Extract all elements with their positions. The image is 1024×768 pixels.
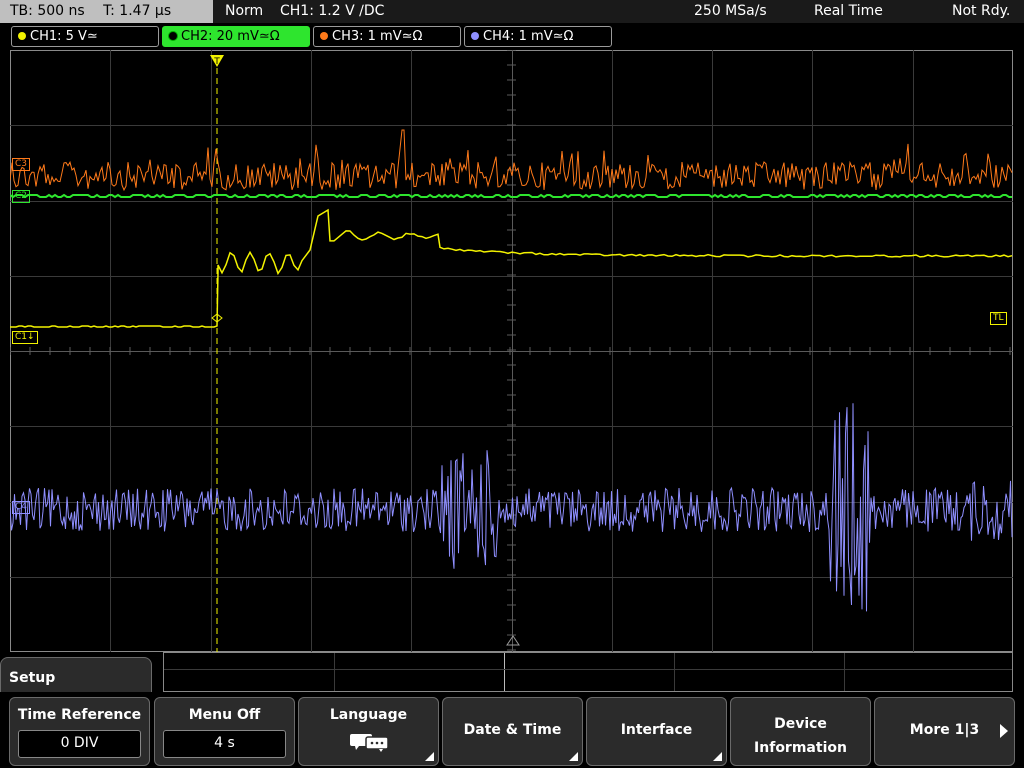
channel-tab-ch3[interactable]: CH3: 1 mV≃Ω bbox=[313, 26, 461, 47]
menu-off-button[interactable]: Menu Off 4 s bbox=[154, 697, 295, 766]
channel-tab-label: CH4: 1 mV≃Ω bbox=[483, 29, 574, 44]
more-button[interactable]: More 1|3 bbox=[874, 697, 1015, 766]
menu-off-value: 4 s bbox=[163, 730, 286, 758]
acquisition-mode: Real Time bbox=[814, 3, 883, 19]
zoom-overview-strip bbox=[163, 652, 1013, 692]
ch3-color-dot-icon bbox=[320, 32, 328, 40]
ch3-offset-marker[interactable]: C3 bbox=[12, 158, 31, 171]
time-reference-value: 0 DIV bbox=[18, 730, 141, 758]
trigger-level-marker[interactable]: TL bbox=[990, 312, 1007, 325]
softkey-label: Interface bbox=[620, 722, 693, 738]
acquisition-state: Not Rdy. bbox=[952, 3, 1011, 19]
trigger-mode[interactable]: Norm bbox=[225, 0, 263, 23]
softkey-label: More 1|3 bbox=[909, 722, 980, 738]
ch4-color-dot-icon bbox=[471, 32, 479, 40]
softkey-label-line1: Device bbox=[774, 716, 827, 732]
trigger-time-value: T: 1.47 µs bbox=[103, 3, 172, 19]
submenu-corner-icon bbox=[713, 752, 722, 761]
language-button[interactable]: Language bbox=[298, 697, 439, 766]
channel-tab-label: CH3: 1 mV≃Ω bbox=[332, 29, 423, 44]
ch1-color-dot-icon bbox=[18, 32, 26, 40]
channel-tab-ch1[interactable]: CH1: 5 V≃ bbox=[11, 26, 159, 47]
date-time-button[interactable]: Date & Time bbox=[442, 697, 583, 766]
waveform-display[interactable]: T bbox=[10, 50, 1013, 652]
trigger-setting[interactable]: CH1: 1.2 V ∕DC bbox=[280, 0, 384, 23]
submenu-corner-icon bbox=[425, 752, 434, 761]
device-information-button[interactable]: Device Information bbox=[730, 697, 871, 766]
ch4-offset-marker[interactable]: C4 bbox=[12, 501, 31, 514]
softkey-label: Device Information bbox=[731, 712, 870, 760]
ch2-offset-marker[interactable]: C2 bbox=[12, 190, 31, 203]
status-bar: TB: 500 ns T: 1.47 µs Norm CH1: 1.2 V ∕D… bbox=[0, 0, 1024, 23]
ch2-color-dot-icon bbox=[168, 31, 178, 41]
timebase-value: TB: 500 ns bbox=[10, 3, 85, 19]
channel-tab-label: CH2: 20 mV≃Ω bbox=[181, 29, 280, 44]
softkey-label: Language bbox=[329, 707, 408, 723]
softkey-label-line2: Information bbox=[754, 740, 847, 756]
svg-text:T: T bbox=[213, 57, 220, 67]
softkey-label: Time Reference bbox=[17, 707, 142, 723]
submenu-corner-icon bbox=[569, 752, 578, 761]
channel-tab-ch2[interactable]: CH2: 20 mV≃Ω bbox=[162, 26, 310, 47]
ch1-offset-marker[interactable]: C1↓ bbox=[12, 331, 38, 344]
menu-title: Setup bbox=[0, 657, 152, 697]
speech-bubbles-icon bbox=[350, 734, 389, 752]
time-reference-button[interactable]: Time Reference 0 DIV bbox=[9, 697, 150, 766]
sample-rate: 250 MSa/s bbox=[694, 3, 767, 19]
channel-tab-label: CH1: 5 V≃ bbox=[30, 29, 98, 44]
timebase-box[interactable]: TB: 500 ns T: 1.47 µs bbox=[0, 0, 213, 23]
arrow-right-icon bbox=[1000, 724, 1008, 738]
interface-button[interactable]: Interface bbox=[586, 697, 727, 766]
softkey-label: Date & Time bbox=[463, 722, 562, 738]
channel-tabs: CH1: 5 V≃ CH2: 20 mV≃Ω CH3: 1 mV≃Ω CH4: … bbox=[0, 26, 1024, 47]
softkey-label: Menu Off bbox=[188, 707, 261, 723]
channel-tab-ch4[interactable]: CH4: 1 mV≃Ω bbox=[464, 26, 612, 47]
